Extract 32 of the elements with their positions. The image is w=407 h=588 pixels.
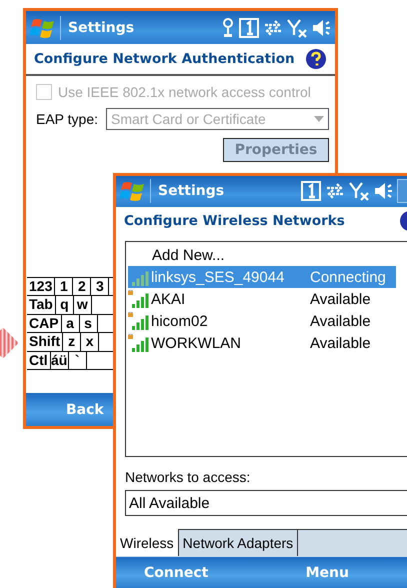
window-title: Settings: [158, 183, 226, 200]
checkbox-label: Use IEEE 802.1x network access control: [58, 84, 311, 100]
sync-arrows-icon[interactable]: [325, 181, 345, 202]
locked-signal-icon: [128, 290, 150, 308]
keyboard-key[interactable]: CAP: [27, 314, 62, 332]
speaker-icon[interactable]: [373, 181, 393, 202]
add-new-item[interactable]: Add New...: [128, 244, 407, 266]
speaker-icon[interactable]: [311, 18, 331, 38]
network-list-item[interactable]: WORKWLAN Available: [128, 332, 396, 354]
windows-logo-icon[interactable]: [120, 179, 146, 204]
networks-to-access-dropdown[interactable]: All Available: [125, 490, 407, 516]
no-signal-icon[interactable]: [287, 18, 307, 38]
help-icon[interactable]: [305, 48, 327, 70]
eap-type-label: EAP type:: [36, 111, 98, 127]
page-heading: Configure Network Authentication: [34, 51, 296, 67]
locked-signal-icon: [128, 334, 150, 352]
tab[interactable]: Wireless: [116, 529, 179, 556]
antenna-icon[interactable]: [221, 18, 235, 38]
keyboard-key[interactable]: Ctl: [27, 352, 51, 369]
network-list-item[interactable]: AKAI Available: [128, 288, 396, 310]
networks-to-access-label: Networks to access:: [125, 469, 252, 486]
dropdown-caret-icon: [314, 116, 324, 122]
network-list-item[interactable]: hicom02 Available: [128, 310, 396, 332]
sync-arrows-icon[interactable]: [263, 18, 283, 38]
locked-signal-icon: [128, 312, 150, 330]
window-title: Settings: [68, 20, 136, 36]
no-signal-icon[interactable]: [349, 181, 369, 202]
keyboard-key[interactable]: w: [74, 296, 92, 314]
keyboard-key[interactable]: 123: [27, 278, 56, 295]
keyboard-key[interactable]: Shift: [27, 333, 64, 350]
page-heading: Configure Wireless Networks: [124, 212, 346, 228]
keyboard-key[interactable]: Tab: [27, 296, 56, 314]
